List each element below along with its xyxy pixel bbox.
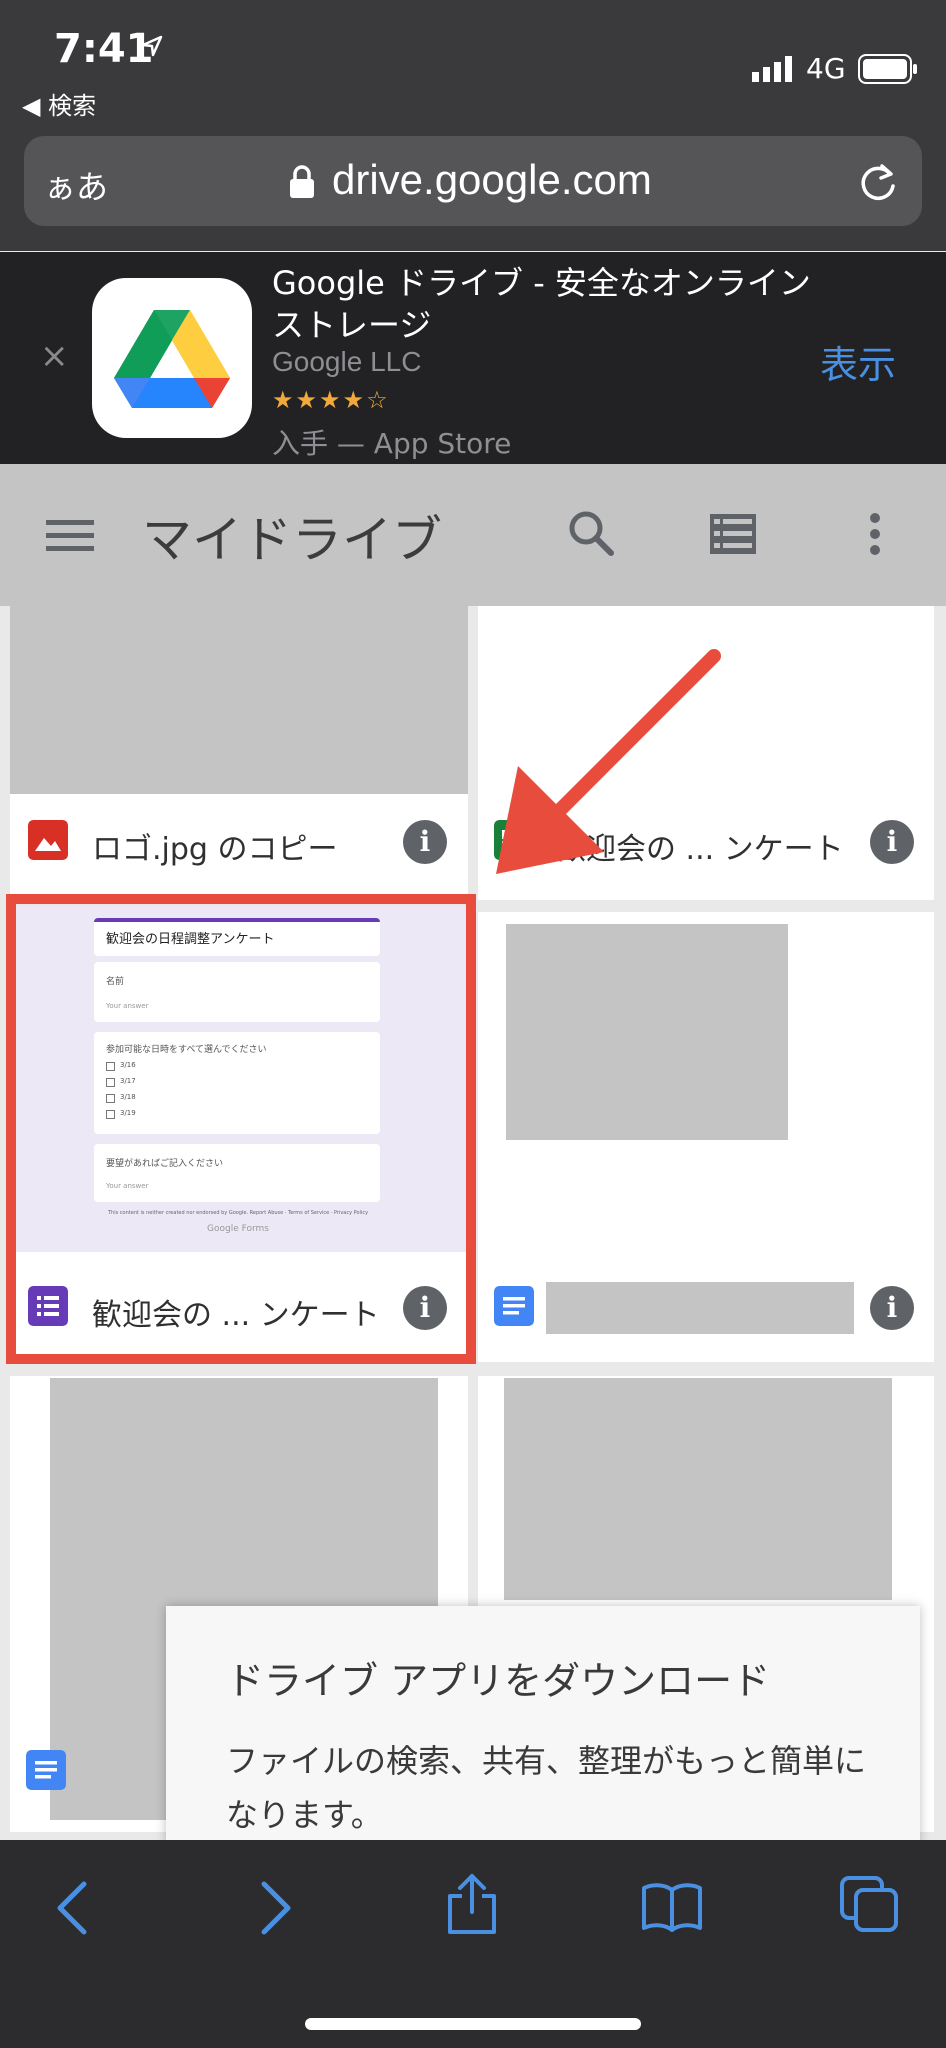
lock-icon: [290, 165, 314, 198]
back-to-search-link[interactable]: ◀ 検索: [22, 86, 96, 121]
file-name: ロゴ.jpg のコピー: [92, 832, 338, 867]
back-icon[interactable]: [52, 1880, 92, 1936]
forward-icon[interactable]: [256, 1880, 296, 1936]
bookmarks-icon[interactable]: [640, 1880, 704, 1932]
search-icon[interactable]: [566, 508, 616, 558]
tabs-icon[interactable]: [838, 1874, 902, 1934]
file-thumbnail: [10, 606, 468, 794]
image-file-icon: [28, 820, 68, 860]
popup-title: ドライブ アプリをダウンロード: [226, 1659, 771, 1703]
status-time: 7:41: [54, 26, 154, 72]
view-app-button[interactable]: 表示: [820, 334, 896, 389]
file-info-icon[interactable]: i: [870, 820, 914, 864]
home-indicator: [305, 2018, 641, 2030]
google-drive-app-icon: [92, 278, 252, 438]
docs-file-icon: [26, 1750, 66, 1790]
highlight-box: [6, 894, 476, 1364]
banner-close-button[interactable]: ×: [40, 336, 69, 376]
list-view-icon[interactable]: [710, 514, 756, 554]
url-text[interactable]: drive.google.com: [332, 156, 652, 204]
location-arrow-icon: [141, 35, 163, 57]
file-thumbnail: [504, 1378, 892, 1600]
reload-icon[interactable]: [856, 160, 900, 204]
network-type: 4G: [806, 52, 846, 85]
share-icon[interactable]: [444, 1872, 500, 1936]
docs-file-icon: [494, 1286, 534, 1326]
file-thumbnail: [506, 924, 788, 1140]
app-store-label: 入手 — App Store: [272, 427, 512, 460]
app-title: Google ドライブ - 安全なオンライン ストレージ: [272, 264, 811, 344]
annotation-arrow-icon: [496, 649, 721, 874]
battery-icon: [858, 54, 917, 84]
hamburger-menu-icon[interactable]: [46, 518, 94, 554]
file-name-redacted: [546, 1282, 854, 1334]
app-rating-stars: ★★★★☆: [272, 386, 390, 414]
google-drive-logo-icon: [114, 310, 230, 408]
app-developer: Google LLC: [272, 346, 422, 377]
popup-body: ファイルの検索、共有、整理がもっと簡単になります。: [226, 1742, 867, 1834]
reader-options-button[interactable]: ぁあ: [44, 162, 108, 208]
file-info-icon[interactable]: i: [870, 1286, 914, 1330]
page-title: マイドライブ: [142, 511, 442, 569]
more-options-icon[interactable]: [868, 512, 882, 556]
file-info-icon[interactable]: i: [403, 820, 447, 864]
signal-icon: [752, 56, 792, 82]
